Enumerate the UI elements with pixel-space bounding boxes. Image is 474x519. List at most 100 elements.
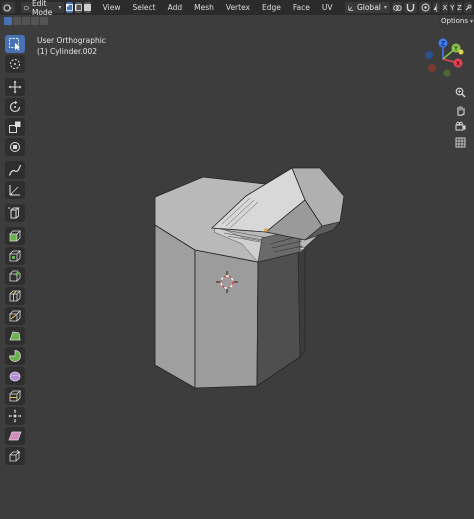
tool-bevel[interactable]: [5, 267, 25, 285]
inset-faces-icon: [9, 250, 21, 262]
edge-select-button[interactable]: [75, 2, 83, 13]
select-extend-button[interactable]: [13, 17, 21, 25]
menu-face[interactable]: Face: [288, 0, 315, 15]
menu-select[interactable]: Select: [127, 0, 160, 15]
perspective-toggle-button[interactable]: [452, 134, 468, 150]
tool-extrude-region[interactable]: [5, 227, 25, 245]
tool-smooth[interactable]: [5, 367, 25, 385]
proportional-edit-icon: [421, 3, 430, 12]
editor-type-button[interactable]: [2, 2, 15, 13]
tool-cursor[interactable]: [5, 55, 25, 73]
mesh-edge: [273, 245, 304, 253]
rip-region-icon: [9, 449, 21, 462]
tool-rip-region[interactable]: [5, 447, 25, 465]
menu-mesh[interactable]: Mesh: [189, 0, 219, 15]
edit-mode-icon: [24, 5, 29, 10]
menu-uv[interactable]: UV: [317, 0, 338, 15]
tool-edge-slide[interactable]: [5, 387, 25, 405]
transform-icon: [10, 142, 20, 152]
mesh-face-right: [256, 251, 301, 387]
spin-icon: [9, 350, 21, 362]
tool-loop-cut[interactable]: [5, 287, 25, 305]
settings-toggle[interactable]: [464, 2, 472, 13]
mirror-axis-y[interactable]: Y: [449, 2, 455, 13]
tool-inset-faces[interactable]: [5, 247, 25, 265]
orientation-label: Global: [356, 3, 381, 12]
mode-dropdown[interactable]: Edit Mode ▾: [20, 0, 65, 17]
object-name: (1) Cylinder.002: [37, 47, 98, 56]
transform-pivot-dropdown[interactable]: [391, 2, 403, 13]
bevel-icon: [9, 270, 21, 282]
mesh-edge: [221, 197, 251, 225]
tool-select-box[interactable]: [5, 35, 25, 53]
edge-select-icon: [75, 4, 83, 11]
chevron-down-icon: ▾: [470, 17, 474, 25]
tool-scale[interactable]: [5, 118, 25, 136]
proportional-editing-toggle[interactable]: [418, 2, 432, 13]
menu-view[interactable]: View: [98, 0, 126, 15]
mirror-axis-x[interactable]: X: [442, 2, 448, 13]
select-difference-button[interactable]: [31, 17, 39, 25]
select-new-button[interactable]: [4, 17, 12, 25]
hand-icon: [456, 105, 465, 116]
pivot-icon: [392, 4, 402, 11]
edge-slide-icon: [9, 390, 21, 402]
options-dropdown[interactable]: Options ▾: [439, 15, 474, 27]
mirror-x-toggle[interactable]: [433, 2, 441, 13]
chevron-down-icon: ▾: [58, 4, 62, 11]
pan-view-button[interactable]: [452, 102, 468, 118]
mesh-face-left: [154, 224, 196, 389]
smooth-icon: [9, 371, 21, 382]
tool-rotate[interactable]: [5, 98, 25, 116]
mirror-icon: [433, 3, 438, 12]
menu-edge[interactable]: Edge: [257, 0, 286, 15]
mesh-edge: [227, 235, 304, 251]
viewport-scene[interactable]: [0, 0, 474, 519]
camera-icon: [455, 121, 465, 130]
tool-shelf: [5, 35, 27, 467]
menu-vertex[interactable]: Vertex: [221, 0, 255, 15]
zoom-view-button[interactable]: [452, 84, 468, 100]
menu-add[interactable]: Add: [163, 0, 188, 15]
measure-icon: [9, 185, 20, 196]
tool-shrink-fatten[interactable]: [5, 407, 25, 425]
vertex-select-icon: [66, 4, 74, 11]
zoom-icon: [455, 87, 465, 97]
tool-annotate[interactable]: [5, 161, 25, 179]
snapping-toggle[interactable]: [404, 2, 417, 13]
tool-transform[interactable]: [5, 138, 25, 156]
mesh-face-right-edge: [297, 247, 306, 358]
tool-spin[interactable]: [5, 347, 25, 365]
viewport-info: User Orthographic (1) Cylinder.002: [37, 35, 106, 57]
mesh-face-step: [213, 225, 306, 263]
extrude-region-icon: [9, 230, 21, 242]
mesh-face-protrusion-under: [304, 221, 341, 241]
transform-orientation-dropdown[interactable]: Global ▾: [344, 2, 390, 13]
camera-view-button[interactable]: [452, 118, 468, 134]
gizmo-neg-y[interactable]: [428, 64, 436, 72]
mesh-face-top: [154, 176, 334, 263]
face-select-button[interactable]: [84, 2, 92, 13]
magnet-icon: [406, 4, 415, 12]
mesh-face-protrusion-top: [211, 167, 306, 233]
rotate-icon: [9, 100, 21, 113]
3d-cursor-icon: [216, 271, 238, 293]
grid-icon: [455, 137, 465, 147]
mesh-edge: [225, 199, 255, 227]
tool-add-cube[interactable]: [5, 204, 25, 222]
tool-poly-build[interactable]: [5, 327, 25, 345]
selection-mode-bar: Options ▾: [0, 15, 474, 27]
tool-move[interactable]: [5, 78, 25, 96]
vertex-select-button[interactable]: [66, 2, 74, 13]
select-subtract-button[interactable]: [22, 17, 30, 25]
gizmo-light-indicator: [458, 49, 464, 55]
mirror-axis-z[interactable]: Z: [456, 2, 462, 13]
tool-measure[interactable]: [5, 181, 25, 199]
tool-shear[interactable]: [5, 427, 25, 445]
navigation-gizmo[interactable]: Z Y X: [420, 37, 470, 79]
gizmo-neg-x[interactable]: [425, 51, 433, 59]
shrink-fatten-icon: [8, 409, 22, 423]
gizmo-neg-z[interactable]: [443, 69, 451, 77]
tool-knife[interactable]: [5, 307, 25, 325]
select-intersect-button[interactable]: [40, 17, 48, 25]
